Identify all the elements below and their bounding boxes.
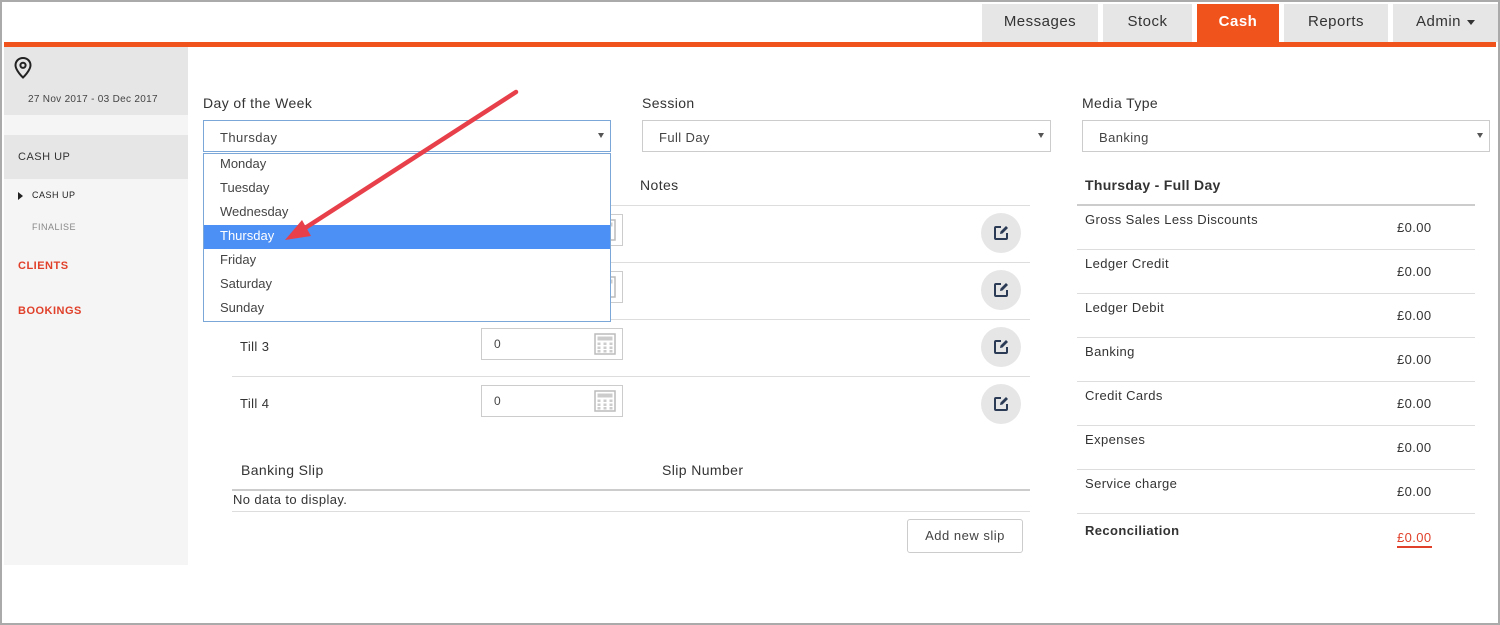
reconciliation-amount[interactable]: £0.00 [1397,530,1432,548]
dropdown-option-sunday[interactable]: Sunday [204,297,610,321]
current-item-arrow-icon [18,192,23,200]
nav-accent-bar [4,42,1496,47]
summary-row-amount: £0.00 [1397,264,1432,279]
sidebar-link-bookings[interactable]: BOOKINGS [18,305,82,317]
sidebar-item-cash-up[interactable]: CASH UP [32,190,76,200]
summary-row-label: Credit Cards [1085,388,1163,403]
summary-divider [1077,513,1475,514]
edit-note-button[interactable] [981,213,1021,253]
edit-note-icon [994,283,1008,297]
summary-row-amount: £0.00 [1397,352,1432,367]
dropdown-arrow-icon [598,133,604,138]
sidebar-section-label: CASH UP [18,151,71,163]
sidebar-item-finalise[interactable]: FINALISE [32,222,76,232]
calculator-icon[interactable] [594,333,616,355]
summary-row-label: Service charge [1085,476,1178,491]
session-select[interactable]: Full Day [642,120,1051,152]
summary-row-label: Gross Sales Less Discounts [1085,212,1258,227]
till-3-input[interactable]: 0 [481,328,623,360]
sidebar-section-cash-up[interactable]: CASH UP [4,135,188,179]
summary-row: Credit Cards £0.00 [1077,381,1475,425]
summary-row: Banking £0.00 [1077,337,1475,381]
sidebar-link-clients[interactable]: CLIENTS [18,260,69,272]
edit-note-icon [994,340,1008,354]
sidebar: 27 Nov 2017 - 03 Dec 2017 CASH UP CASH U… [4,47,188,565]
slip-number-header: Slip Number [662,462,744,478]
summary-row-amount: £0.00 [1397,440,1432,455]
summary-row-amount: £0.00 [1397,220,1432,235]
edit-note-button[interactable] [981,327,1021,367]
till-4-input[interactable]: 0 [481,385,623,417]
tab-admin[interactable]: Admin [1393,4,1498,42]
till-4-label: Till 4 [240,396,270,411]
reconciliation-label: Reconciliation [1085,523,1180,538]
top-nav: Messages Stock Cash Reports Admin [2,2,1498,42]
media-type-select[interactable]: Banking [1082,120,1490,152]
edit-note-icon [994,397,1008,411]
dropdown-option-wednesday[interactable]: Wednesday [204,201,610,225]
media-type-select-value: Banking [1099,130,1149,145]
dropdown-arrow-icon [1477,133,1483,138]
caret-down-icon [1467,19,1476,25]
dropdown-option-saturday[interactable]: Saturday [204,273,610,297]
tab-label: Stock [1127,13,1168,30]
day-select[interactable]: Thursday [203,120,611,152]
summary-row-label: Banking [1085,344,1135,359]
summary-row: Gross Sales Less Discounts £0.00 [1077,204,1475,248]
till-3-label: Till 3 [240,339,270,354]
add-new-slip-button[interactable]: Add new slip [907,519,1023,553]
summary-row: Ledger Debit £0.00 [1077,293,1475,337]
summary-row-amount: £0.00 [1397,484,1432,499]
summary-row: Service charge £0.00 [1077,469,1475,513]
summary-title: Thursday - Full Day [1085,177,1221,193]
dropdown-arrow-icon [1038,133,1044,138]
banking-slip-header: Banking Slip [241,462,324,478]
tab-label: Reports [1307,13,1365,30]
calculator-icon[interactable] [594,390,616,412]
dropdown-option-friday[interactable]: Friday [204,249,610,273]
date-range: 27 Nov 2017 - 03 Dec 2017 [28,94,158,105]
till-4-value: 0 [494,394,501,408]
notes-header: Notes [640,177,679,193]
summary-row-amount: £0.00 [1397,308,1432,323]
summary-row-label: Expenses [1085,432,1146,447]
day-select-value: Thursday [220,130,278,145]
edit-note-icon [994,226,1008,240]
summary-row-label: Ledger Credit [1085,256,1169,271]
dropdown-option-tuesday[interactable]: Tuesday [204,177,610,201]
summary-row: Ledger Credit £0.00 [1077,249,1475,293]
map-pin-icon[interactable] [14,57,32,79]
summary-row-amount: £0.00 [1397,396,1432,411]
empty-table-message: No data to display. [233,492,348,507]
till-3-value: 0 [494,337,501,351]
tab-cash[interactable]: Cash [1197,4,1279,42]
tab-label: Messages [1003,13,1077,30]
tab-reports[interactable]: Reports [1284,4,1388,42]
tab-label: Admin [1415,13,1462,30]
sidebar-header: 27 Nov 2017 - 03 Dec 2017 [4,47,188,115]
day-label: Day of the Week [203,95,313,111]
day-dropdown-list: Monday Tuesday Wednesday Thursday Friday… [203,153,611,322]
table-header-divider [232,489,1030,491]
dropdown-option-thursday[interactable]: Thursday [204,225,610,249]
tab-stock[interactable]: Stock [1103,4,1192,42]
tab-messages[interactable]: Messages [982,4,1098,42]
session-label: Session [642,95,695,111]
row-divider [232,376,1030,377]
summary-row-label: Ledger Debit [1085,300,1165,315]
media-type-label: Media Type [1082,95,1159,111]
dropdown-option-monday[interactable]: Monday [204,153,610,177]
summary-row: Expenses £0.00 [1077,425,1475,469]
edit-note-button[interactable] [981,270,1021,310]
edit-note-button[interactable] [981,384,1021,424]
row-divider [232,511,1030,512]
app-window: Messages Stock Cash Reports Admin 27 Nov… [0,0,1500,625]
tab-label: Cash [1218,13,1258,30]
session-select-value: Full Day [659,130,710,145]
